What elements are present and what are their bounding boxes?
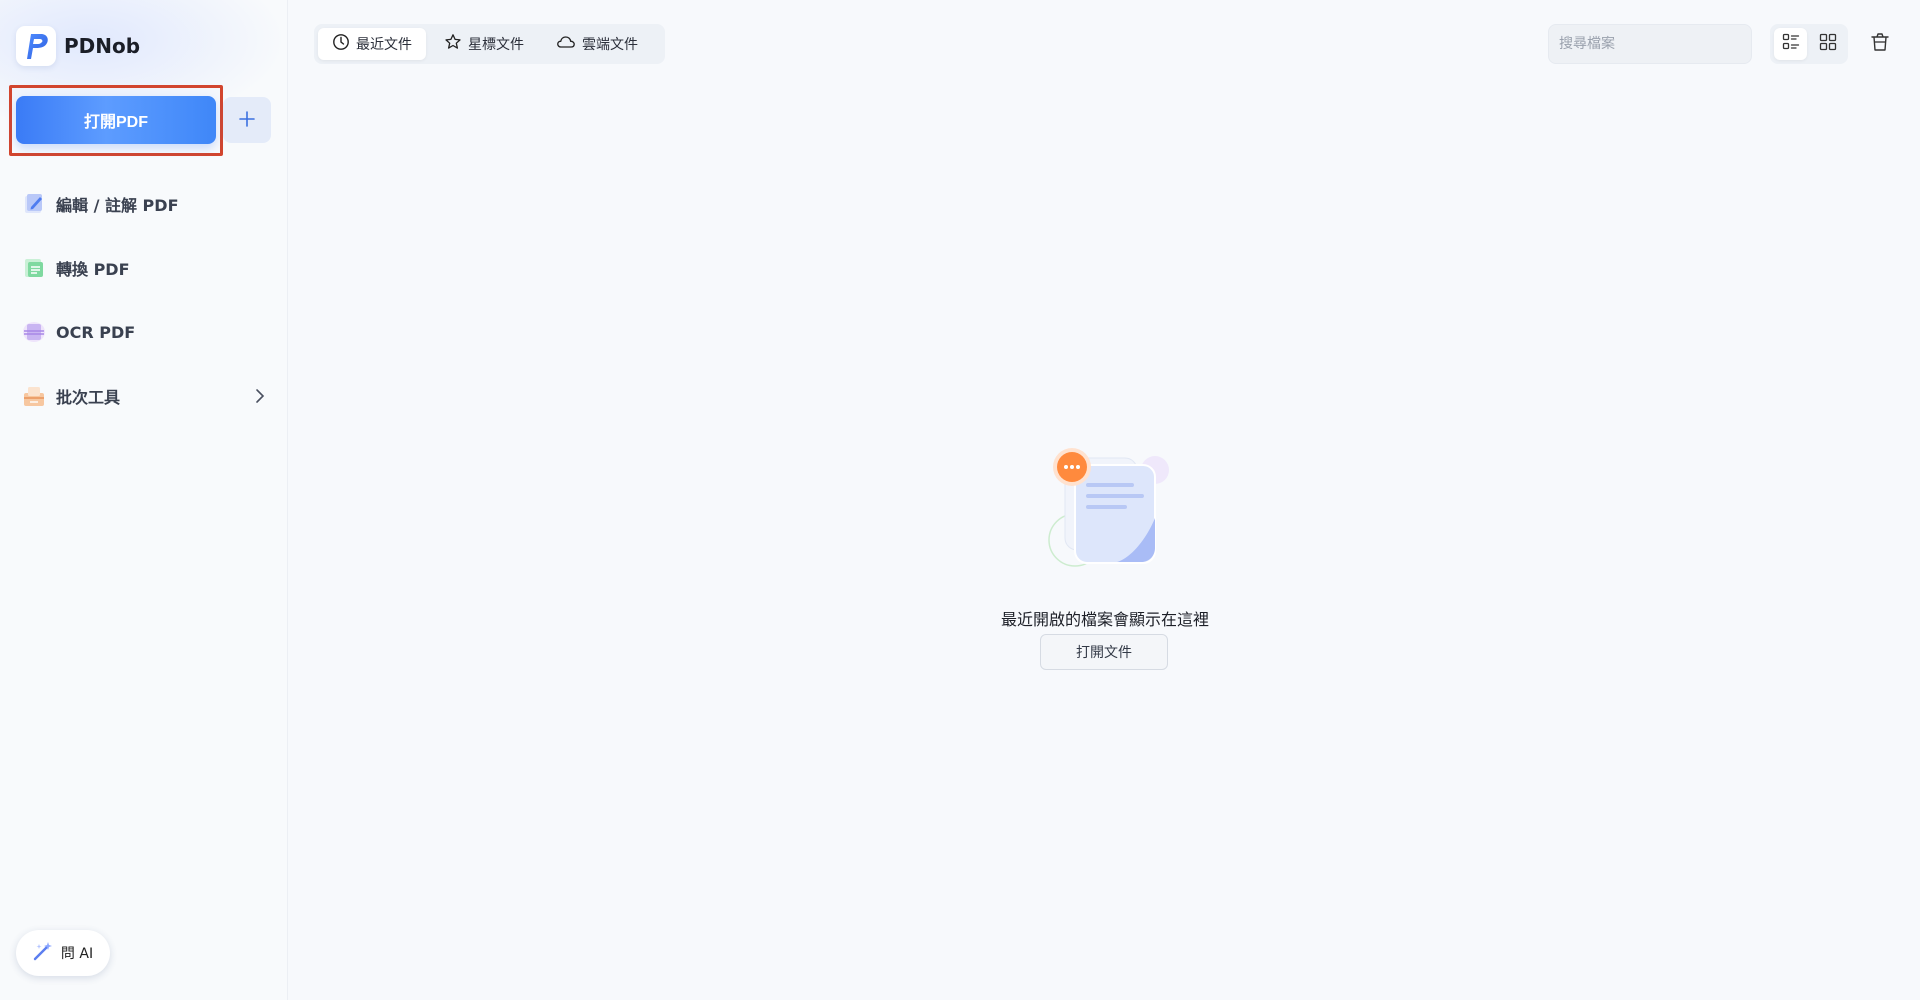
- list-view-icon: [1782, 33, 1800, 55]
- view-toggle: [1770, 24, 1848, 64]
- cloud-icon: [556, 33, 576, 55]
- tab-recent-files[interactable]: 最近文件: [318, 28, 426, 60]
- sidebar-item-label: 轉換 PDF: [56, 260, 130, 279]
- edit-pdf-icon: [20, 190, 48, 218]
- batch-tools-icon: [20, 382, 48, 410]
- ask-ai-label: 問 AI: [60, 946, 94, 962]
- sidebar-item-batch-tools[interactable]: 批次工具: [20, 378, 270, 414]
- sidebar-item-label: 編輯 / 註解 PDF: [56, 196, 179, 215]
- tab-label: 最近文件: [356, 37, 412, 53]
- trash-icon: [1869, 31, 1891, 57]
- plus-icon: [238, 110, 256, 131]
- pdnob-logo-icon: [16, 26, 56, 66]
- search-input[interactable]: [1548, 24, 1752, 64]
- star-icon: [444, 33, 462, 55]
- trash-button[interactable]: [1866, 30, 1894, 58]
- convert-pdf-icon: [20, 254, 48, 282]
- tab-label: 雲端文件: [582, 37, 638, 53]
- tab-starred-files[interactable]: 星標文件: [430, 28, 538, 60]
- tab-label: 星標文件: [468, 37, 524, 53]
- brand: PDNob: [16, 26, 140, 66]
- file-tabs: 最近文件 星標文件 雲端文件: [314, 24, 665, 64]
- grid-view-icon: [1819, 33, 1837, 55]
- sidebar: PDNob 打開PDF 編輯 / 註解 PDF 轉換 PDF OCR PDF 批…: [0, 0, 288, 1000]
- empty-documents-illustration: [1035, 440, 1175, 580]
- sidebar-item-edit-pdf[interactable]: 編輯 / 註解 PDF: [20, 186, 270, 222]
- grid-view-button[interactable]: [1811, 28, 1844, 60]
- add-button[interactable]: [223, 97, 271, 143]
- sidebar-item-convert-pdf[interactable]: 轉換 PDF: [20, 250, 270, 286]
- chevron-right-icon: [250, 386, 270, 410]
- brand-name: PDNob: [64, 34, 141, 58]
- ask-ai-button[interactable]: 問 AI: [16, 930, 110, 976]
- app-window: PDNob 打開PDF 編輯 / 註解 PDF 轉換 PDF OCR PDF 批…: [0, 0, 1920, 1000]
- empty-state-message: 最近開啟的檔案會顯示在這裡: [1000, 610, 1209, 629]
- sidebar-item-label: OCR PDF: [56, 322, 136, 342]
- ocr-pdf-icon: [20, 318, 48, 346]
- tab-cloud-files[interactable]: 雲端文件: [542, 28, 652, 60]
- ai-sparkle-icon: [33, 941, 53, 965]
- sidebar-item-ocr-pdf[interactable]: OCR PDF: [20, 314, 270, 350]
- open-pdf-button[interactable]: 打開PDF: [16, 96, 216, 144]
- clock-icon: [332, 33, 350, 55]
- open-file-button[interactable]: 打開文件: [1040, 634, 1168, 670]
- sidebar-item-label: 批次工具: [56, 388, 121, 407]
- list-view-button[interactable]: [1774, 28, 1807, 60]
